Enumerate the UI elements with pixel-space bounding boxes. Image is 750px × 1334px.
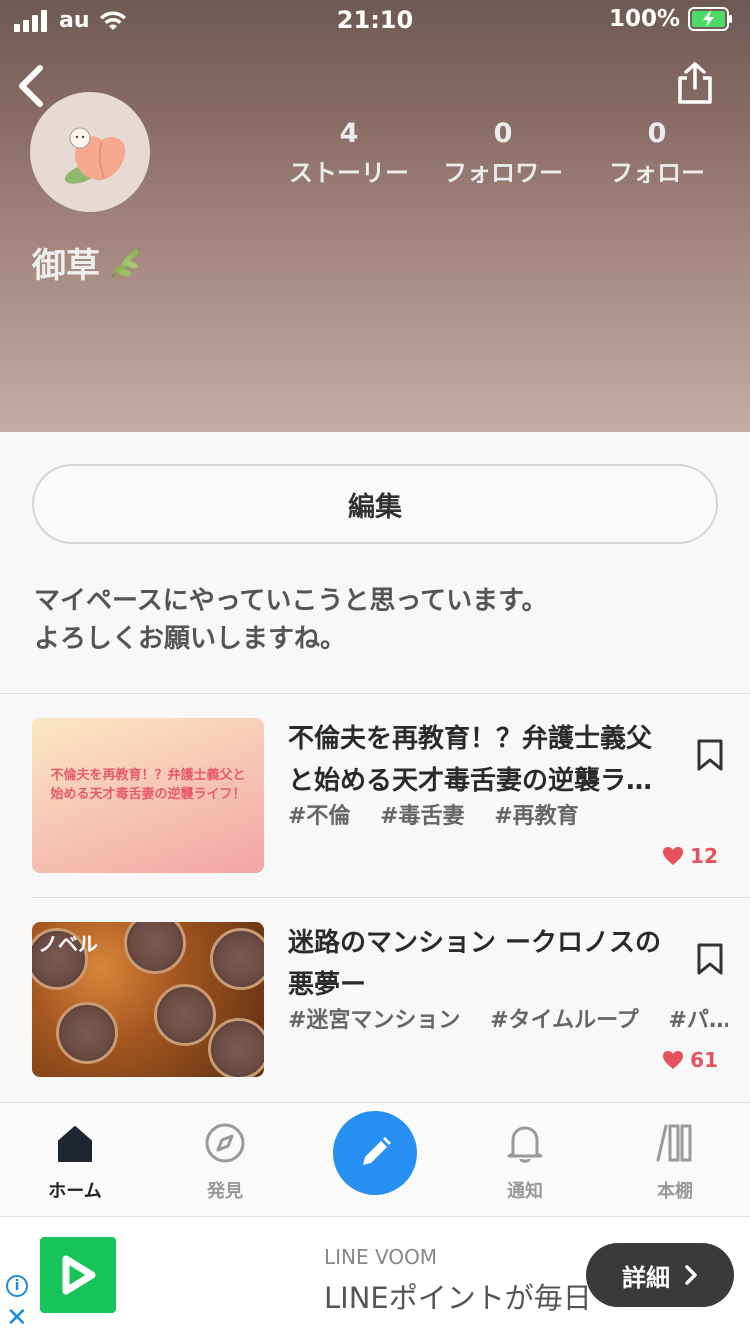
stat-followers-label: フォロワー xyxy=(443,159,563,187)
story-tag[interactable]: #再教育 xyxy=(494,804,578,829)
divider xyxy=(32,897,750,898)
leaf-icon xyxy=(111,247,141,278)
tab-home-label: ホーム xyxy=(48,1181,102,1202)
home-icon xyxy=(58,1126,92,1162)
tab-discover[interactable]: 発見 xyxy=(170,1119,280,1203)
story-tag[interactable]: #パ… xyxy=(668,1008,728,1033)
ad-details-button[interactable]: 詳細 xyxy=(586,1243,734,1307)
tab-home[interactable]: ホーム xyxy=(20,1119,130,1203)
heart-icon xyxy=(663,1051,684,1069)
ad-text: LINEポイントが毎日 xyxy=(324,1281,592,1315)
profile-content: 編集 マイペースにやっていこうと思っています。 よろしくお願いしますね。 不倫夫… xyxy=(0,432,750,1102)
bookshelf-icon xyxy=(656,1124,692,1162)
stat-stories-label: ストーリー xyxy=(289,159,409,187)
battery-charging-icon xyxy=(688,7,732,31)
stat-stories[interactable]: 4 ストーリー xyxy=(274,118,424,188)
divider xyxy=(0,693,750,694)
story-tag[interactable]: #タイムループ xyxy=(490,1008,639,1033)
stat-following-count: 0 xyxy=(647,118,667,149)
profile-name: 御草 xyxy=(32,238,146,287)
username: 御草 xyxy=(32,246,100,286)
compass-icon xyxy=(205,1123,245,1163)
bookmark-icon[interactable] xyxy=(696,942,724,976)
peach-avatar-icon xyxy=(64,127,126,184)
story-tag[interactable]: #不倫 xyxy=(288,804,350,829)
tab-bar: ホーム 発見 通知 本棚 xyxy=(0,1102,750,1216)
heart-icon xyxy=(663,847,684,865)
status-bar: au 21:10 100% xyxy=(0,0,750,40)
edit-profile-button[interactable]: 編集 xyxy=(32,464,718,544)
story-title[interactable]: 迷路のマンション ークロノスの悪夢ー xyxy=(288,922,668,1006)
story-tag[interactable]: #毒舌妻 xyxy=(380,804,464,829)
tab-bookshelf-label: 本棚 xyxy=(657,1181,693,1202)
story-item[interactable]: ノベル 迷路のマンション ークロノスの悪夢ー #迷宮マンション #タイムループ … xyxy=(0,922,750,1082)
back-icon[interactable] xyxy=(14,62,50,110)
bio: マイペースにやっていこうと思っています。 よろしくお願いしますね。 xyxy=(34,582,548,658)
story-tags: #迷宮マンション #タイムループ #パ… xyxy=(288,1002,728,1034)
tab-bookshelf[interactable]: 本棚 xyxy=(620,1119,730,1203)
write-button[interactable] xyxy=(333,1111,417,1195)
ad-details-label: 詳細 xyxy=(622,1263,670,1292)
story-title[interactable]: 不倫夫を再教育！？弁護士義父と始める天才毒舌妻の逆襲ラ… xyxy=(288,718,668,802)
ad-sponsor: LINE VOOM xyxy=(324,1245,438,1269)
ad-info-icon[interactable]: i xyxy=(6,1275,28,1297)
line-voom-logo xyxy=(40,1237,116,1313)
story-thumbnail[interactable]: ノベル xyxy=(32,922,264,1077)
tab-discover-label: 発見 xyxy=(207,1181,243,1202)
story-thumbnail[interactable]: 不倫夫を再教育！？弁護士義父と始める天才毒舌妻の逆襲ライフ！ xyxy=(32,718,264,873)
story-tag[interactable]: #迷宮マンション xyxy=(288,1008,460,1033)
battery-percentage: 100% xyxy=(608,6,680,32)
bookmark-icon[interactable] xyxy=(696,738,724,772)
story-item[interactable]: 不倫夫を再教育！？弁護士義父と始める天才毒舌妻の逆襲ライフ！ 不倫夫を再教育！？… xyxy=(0,718,750,878)
like-count-value: 61 xyxy=(690,1048,718,1072)
profile-header-background xyxy=(0,0,750,432)
stat-following-label: フォロー xyxy=(609,159,705,187)
bio-line-2: よろしくお願いしますね。 xyxy=(34,624,347,654)
stat-stories-count: 4 xyxy=(339,118,359,149)
like-count: 61 xyxy=(662,1048,718,1072)
ad-banner[interactable]: i ✕ LINE VOOM LINEポイントが毎日 詳細 xyxy=(0,1216,750,1334)
thumbnail-text: 不倫夫を再教育！？弁護士義父と始める天才毒舌妻の逆襲ライフ！ xyxy=(50,768,246,802)
bio-line-1: マイペースにやっていこうと思っています。 xyxy=(34,586,548,616)
stat-followers[interactable]: 0 フォロワー xyxy=(428,118,578,188)
play-icon xyxy=(62,1255,96,1295)
novel-badge: ノベル xyxy=(38,932,98,956)
stat-following[interactable]: 0 フォロー xyxy=(582,118,732,188)
like-count: 12 xyxy=(662,844,718,868)
story-tags: #不倫 #毒舌妻 #再教育 xyxy=(288,798,728,830)
ad-close-icon[interactable]: ✕ xyxy=(6,1305,28,1331)
chevron-right-icon xyxy=(685,1265,697,1285)
tab-notifications[interactable]: 通知 xyxy=(470,1119,580,1203)
tab-notifications-label: 通知 xyxy=(507,1181,543,1202)
avatar[interactable] xyxy=(30,92,150,212)
bell-icon xyxy=(507,1126,543,1163)
share-icon[interactable] xyxy=(674,60,716,108)
pencil-icon xyxy=(363,1137,391,1165)
like-count-value: 12 xyxy=(690,844,718,868)
stat-followers-count: 0 xyxy=(493,118,513,149)
